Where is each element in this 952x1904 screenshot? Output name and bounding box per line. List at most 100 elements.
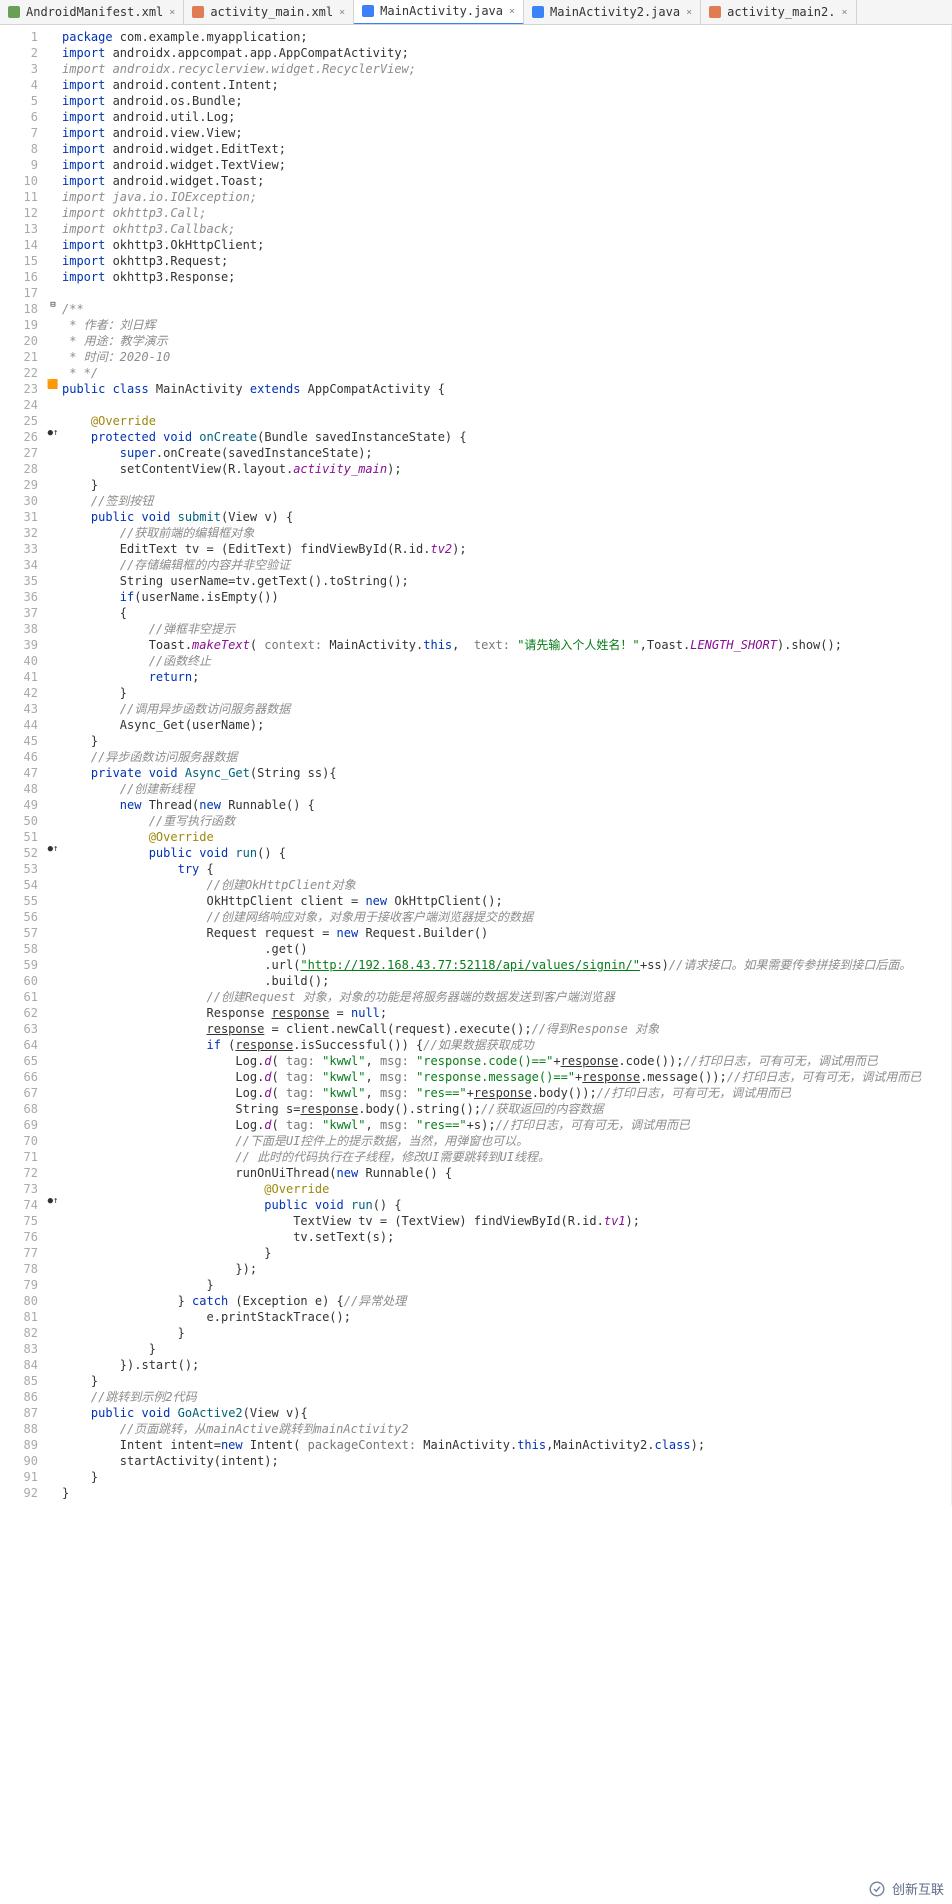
code-line[interactable]: Response response = null; [62, 1005, 951, 1021]
code-line[interactable]: import java.io.IOException; [62, 189, 951, 205]
close-icon[interactable]: × [686, 7, 692, 18]
code-line[interactable]: Log.d( tag: "kwwl", msg: "res=="+respons… [62, 1085, 951, 1101]
code-line[interactable]: @Override [62, 829, 951, 845]
code-line[interactable]: }).start(); [62, 1357, 951, 1373]
code-line[interactable]: if (response.isSuccessful()) {//如果数据获取成功 [62, 1037, 951, 1053]
close-icon[interactable]: × [169, 7, 175, 18]
code-line[interactable]: protected void onCreate(Bundle savedInst… [62, 429, 951, 445]
code-line[interactable]: @Override [62, 413, 951, 429]
code-line[interactable]: import android.os.Bundle; [62, 93, 951, 109]
code-line[interactable]: public void GoActive2(View v){ [62, 1405, 951, 1421]
tab-MainActivity-java[interactable]: MainActivity.java× [354, 0, 524, 25]
code-line[interactable]: //页面跳转，从mainActive跳转到mainActivity2 [62, 1421, 951, 1437]
code-area[interactable]: package com.example.myapplication;import… [62, 25, 952, 1505]
code-line[interactable]: } [62, 1485, 951, 1501]
code-line[interactable]: { [62, 605, 951, 621]
code-line[interactable]: import okhttp3.Request; [62, 253, 951, 269]
code-line[interactable]: } [62, 1373, 951, 1389]
code-line[interactable]: new Thread(new Runnable() { [62, 797, 951, 813]
code-line[interactable]: super.onCreate(savedInstanceState); [62, 445, 951, 461]
code-line[interactable]: import okhttp3.Call; [62, 205, 951, 221]
code-line[interactable]: //重写执行函数 [62, 813, 951, 829]
code-line[interactable]: public void submit(View v) { [62, 509, 951, 525]
code-line[interactable]: .url("http://192.168.43.77:52118/api/val… [62, 957, 951, 973]
code-line[interactable]: if(userName.isEmpty()) [62, 589, 951, 605]
code-line[interactable] [62, 285, 951, 301]
code-line[interactable]: private void Async_Get(String ss){ [62, 765, 951, 781]
code-line[interactable]: import okhttp3.Response; [62, 269, 951, 285]
code-line[interactable]: package com.example.myapplication; [62, 29, 951, 45]
code-line[interactable]: } [62, 1325, 951, 1341]
code-line[interactable]: public void run() { [62, 845, 951, 861]
code-line[interactable]: EditText tv = (EditText) findViewById(R.… [62, 541, 951, 557]
code-line[interactable]: import android.widget.TextView; [62, 157, 951, 173]
code-line[interactable]: public void run() { [62, 1197, 951, 1213]
code-line[interactable]: .get() [62, 941, 951, 957]
tab-AndroidManifest-xml[interactable]: AndroidManifest.xml× [0, 0, 184, 24]
code-line[interactable]: Async_Get(userName); [62, 717, 951, 733]
code-line[interactable]: //获取前端的编辑框对象 [62, 525, 951, 541]
code-line[interactable]: * 时间：2020-10 [62, 349, 951, 365]
code-line[interactable]: //创建OkHttpClient对象 [62, 877, 951, 893]
code-line[interactable]: //跳转到示例2代码 [62, 1389, 951, 1405]
code-line[interactable]: return; [62, 669, 951, 685]
code-line[interactable]: } [62, 1245, 951, 1261]
code-line[interactable]: * 作者：刘日辉 [62, 317, 951, 333]
code-line[interactable]: // 此时的代码执行在子线程，修改UI需要跳转到UI线程。 [62, 1149, 951, 1165]
code-line[interactable] [62, 397, 951, 413]
code-line[interactable]: import android.view.View; [62, 125, 951, 141]
code-line[interactable]: import android.widget.Toast; [62, 173, 951, 189]
code-line[interactable]: runOnUiThread(new Runnable() { [62, 1165, 951, 1181]
code-line[interactable]: import android.content.Intent; [62, 77, 951, 93]
code-line[interactable]: tv.setText(s); [62, 1229, 951, 1245]
code-line[interactable]: //弹框非空提示 [62, 621, 951, 637]
code-line[interactable]: } [62, 477, 951, 493]
code-line[interactable]: Log.d( tag: "kwwl", msg: "response.messa… [62, 1069, 951, 1085]
code-line[interactable]: response = client.newCall(request).execu… [62, 1021, 951, 1037]
code-line[interactable]: * */ [62, 365, 951, 381]
code-line[interactable]: } [62, 1341, 951, 1357]
code-line[interactable]: Toast.makeText( context: MainActivity.th… [62, 637, 951, 653]
code-line[interactable]: //创建新线程 [62, 781, 951, 797]
code-line[interactable]: @Override [62, 1181, 951, 1197]
close-icon[interactable]: × [509, 6, 515, 17]
code-line[interactable]: //异步函数访问服务器数据 [62, 749, 951, 765]
code-line[interactable]: import okhttp3.OkHttpClient; [62, 237, 951, 253]
code-line[interactable]: //函数终止 [62, 653, 951, 669]
code-line[interactable]: }); [62, 1261, 951, 1277]
code-line[interactable]: * 用途：教学演示 [62, 333, 951, 349]
code-line[interactable]: //创建网络响应对象，对象用于接收客户端浏览器提交的数据 [62, 909, 951, 925]
tab-activity_main-xml[interactable]: activity_main.xml× [184, 0, 354, 24]
code-line[interactable]: Log.d( tag: "kwwl", msg: "res=="+s);//打印… [62, 1117, 951, 1133]
code-line[interactable]: //存储编辑框的内容并非空验证 [62, 557, 951, 573]
code-line[interactable]: } [62, 1277, 951, 1293]
code-line[interactable]: import androidx.recyclerview.widget.Recy… [62, 61, 951, 77]
code-line[interactable]: public class MainActivity extends AppCom… [62, 381, 951, 397]
code-line[interactable]: OkHttpClient client = new OkHttpClient()… [62, 893, 951, 909]
code-line[interactable]: import androidx.appcompat.app.AppCompatA… [62, 45, 951, 61]
code-line[interactable]: //下面是UI控件上的提示数据，当然，用弹窗也可以。 [62, 1133, 951, 1149]
code-line[interactable]: TextView tv = (TextView) findViewById(R.… [62, 1213, 951, 1229]
code-line[interactable]: import android.widget.EditText; [62, 141, 951, 157]
tab-activity_main2-[interactable]: activity_main2.× [701, 0, 856, 24]
code-line[interactable]: //创建Request 对象，对象的功能是将服务器端的数据发送到客户端浏览器 [62, 989, 951, 1005]
code-line[interactable]: Log.d( tag: "kwwl", msg: "response.code(… [62, 1053, 951, 1069]
code-line[interactable]: } catch (Exception e) {//异常处理 [62, 1293, 951, 1309]
code-line[interactable]: } [62, 1469, 951, 1485]
code-line[interactable]: } [62, 733, 951, 749]
code-line[interactable]: startActivity(intent); [62, 1453, 951, 1469]
code-line[interactable]: Intent intent=new Intent( packageContext… [62, 1437, 951, 1453]
tab-MainActivity2-java[interactable]: MainActivity2.java× [524, 0, 701, 24]
close-icon[interactable]: × [339, 7, 345, 18]
code-line[interactable]: import android.util.Log; [62, 109, 951, 125]
code-line[interactable]: e.printStackTrace(); [62, 1309, 951, 1325]
code-line[interactable]: import okhttp3.Callback; [62, 221, 951, 237]
code-line[interactable]: } [62, 685, 951, 701]
code-line[interactable]: String userName=tv.getText().toString(); [62, 573, 951, 589]
code-line[interactable]: try { [62, 861, 951, 877]
code-line[interactable]: Request request = new Request.Builder() [62, 925, 951, 941]
code-line[interactable]: /** [62, 301, 951, 317]
code-line[interactable]: //签到按钮 [62, 493, 951, 509]
code-line[interactable]: String s=response.body().string();//获取返回… [62, 1101, 951, 1117]
code-line[interactable]: setContentView(R.layout.activity_main); [62, 461, 951, 477]
